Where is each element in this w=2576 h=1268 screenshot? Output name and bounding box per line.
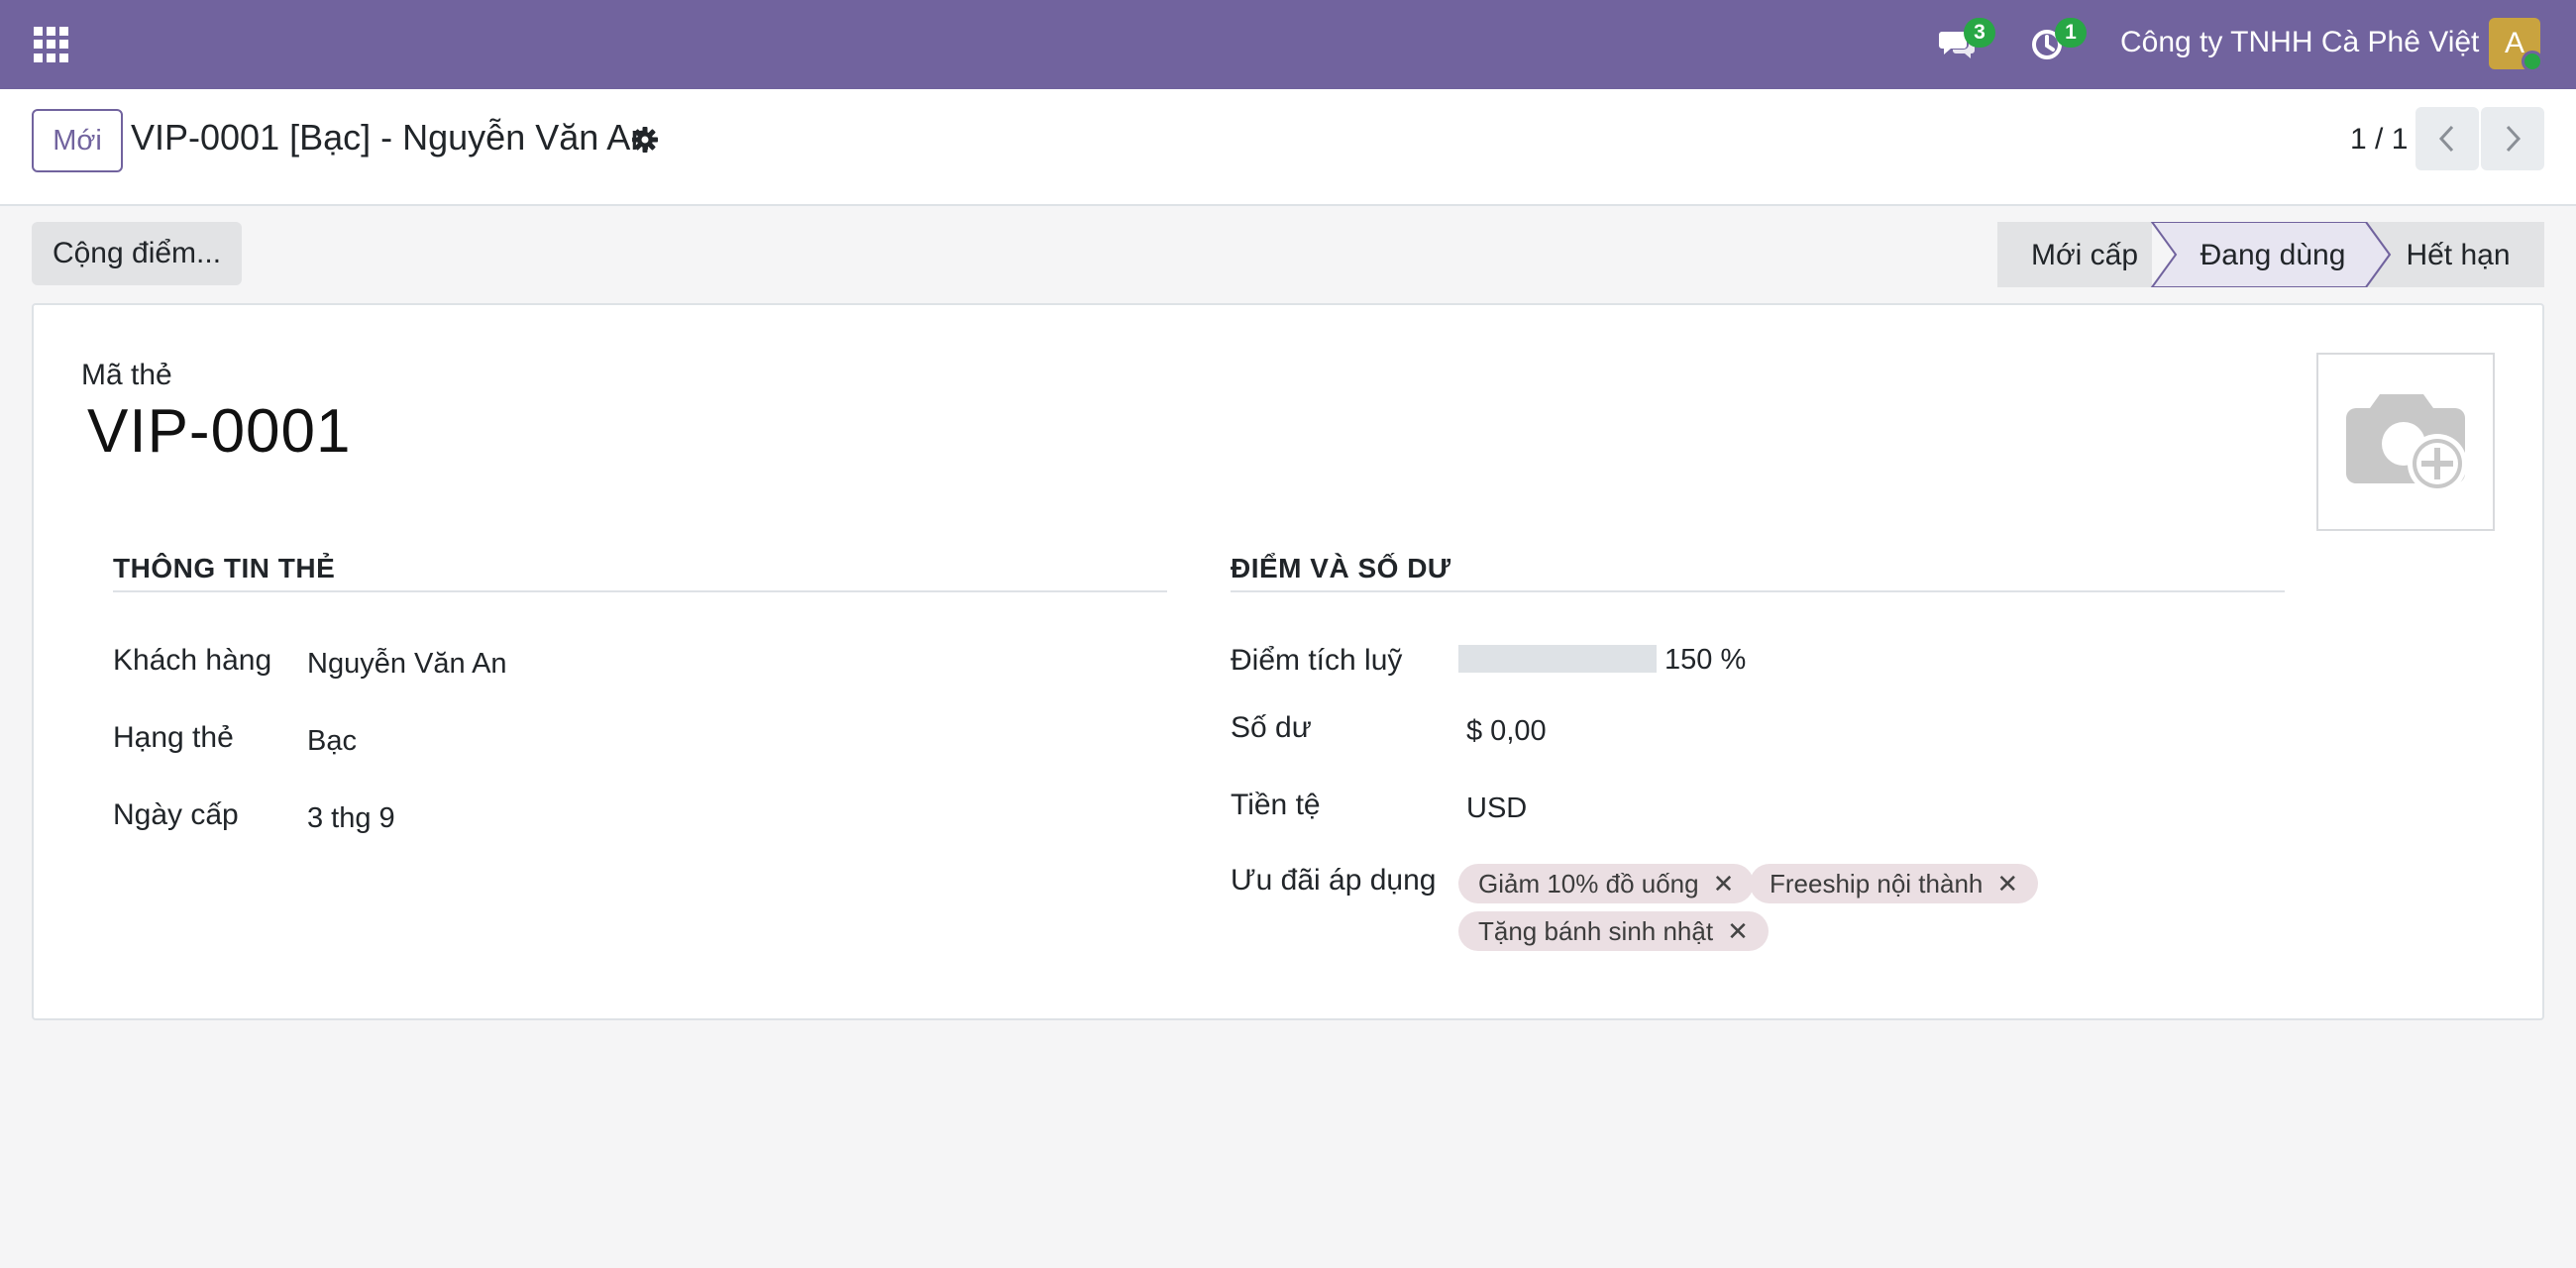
benefit-tag: Giảm 10% đồ uống ✕: [1458, 864, 1755, 903]
messages-button[interactable]: 3: [1938, 18, 1995, 63]
pager-next-button[interactable]: [2481, 107, 2544, 170]
stage-expired-label: Hết hạn: [2406, 239, 2510, 271]
benefit-tag-label: Giảm 10% đồ uống: [1478, 869, 1699, 898]
remove-tag-icon[interactable]: ✕: [1996, 864, 2018, 903]
customer-field[interactable]: Nguyễn Văn An: [307, 648, 507, 681]
points-progress-fill: [1458, 645, 1657, 673]
currency-label: Tiền tệ: [1231, 789, 1321, 821]
stage-pipeline: Mới cấp Đang dùng Hết hạn: [1997, 222, 2544, 287]
stage-new-label: Mới cấp: [2031, 239, 2138, 271]
pager-value[interactable]: 1 / 1: [2350, 123, 2408, 157]
benefit-tag: Tặng bánh sinh nhật ✕: [1458, 911, 1769, 951]
tier-field[interactable]: Bạc: [307, 725, 357, 758]
chevron-left-icon: [2438, 125, 2454, 153]
apps-menu-icon[interactable]: [34, 27, 69, 62]
benefit-tag: Freeship nội thành ✕: [1750, 864, 2039, 903]
issue-date-label: Ngày cấp: [113, 798, 239, 831]
new-record-button[interactable]: Mới: [32, 109, 123, 172]
balance-field: $ 0,00: [1466, 715, 1547, 747]
activities-count-badge: 1: [2055, 18, 2087, 48]
card-info-divider: [113, 590, 1167, 592]
benefits-label: Ưu đãi áp dụng: [1231, 864, 1437, 897]
customer-label: Khách hàng: [113, 644, 272, 677]
gear-icon[interactable]: [630, 125, 660, 155]
stage-expired[interactable]: Hết hạn: [2365, 222, 2544, 287]
control-panel: Mới VIP-0001 [Bạc] - Nguyễn Văn An 1 / 1: [0, 89, 2576, 206]
stage-in-use[interactable]: Đang dùng: [2150, 222, 2392, 287]
card-code-label: Mã thẻ: [81, 359, 172, 391]
currency-field[interactable]: USD: [1466, 792, 1527, 825]
record-title: VIP-0001 [Bạc] - Nguyễn Văn An: [131, 117, 651, 158]
issue-date-field[interactable]: 3 thg 9: [307, 802, 395, 835]
camera-plus-icon: [2346, 394, 2467, 493]
company-switcher[interactable]: Công ty TNHH Cà Phê Việt: [2120, 26, 2479, 59]
pager-previous-button[interactable]: [2415, 107, 2479, 170]
card-code-field[interactable]: VIP-0001: [87, 396, 352, 467]
activities-button[interactable]: 1: [2029, 18, 2087, 63]
add-points-button[interactable]: Cộng điểm...: [32, 222, 242, 285]
points-label: Điểm tích luỹ: [1231, 644, 1403, 677]
online-status-dot: [2522, 51, 2543, 72]
benefit-tag-label: Freeship nội thành: [1770, 869, 1984, 898]
image-upload-field[interactable]: [2316, 353, 2495, 531]
chevron-right-icon: [2506, 125, 2522, 153]
status-bar: Cộng điểm... Mới cấp Đang dùng Hết hạn: [0, 206, 2576, 301]
remove-tag-icon[interactable]: ✕: [1713, 864, 1735, 903]
balance-label: Số dư: [1231, 711, 1312, 744]
messages-count-badge: 3: [1964, 18, 1995, 48]
tier-label: Hạng thẻ: [113, 721, 234, 754]
stage-in-use-label: Đang dùng: [2200, 239, 2346, 271]
stage-new[interactable]: Mới cấp: [1997, 222, 2152, 287]
points-progress-bar: [1458, 645, 1657, 673]
points-balance-section-title: ĐIỂM VÀ SỐ DƯ: [1231, 553, 1451, 583]
remove-tag-icon[interactable]: ✕: [1727, 911, 1749, 951]
benefit-tag-label: Tặng bánh sinh nhật: [1478, 916, 1714, 946]
points-progress-text: 150 %: [1664, 644, 1747, 676]
top-navbar: 3 1 Công ty TNHH Cà Phê Việt A: [0, 0, 2576, 89]
card-info-section-title: THÔNG TIN THẺ: [113, 553, 336, 583]
points-balance-divider: [1231, 590, 2285, 592]
